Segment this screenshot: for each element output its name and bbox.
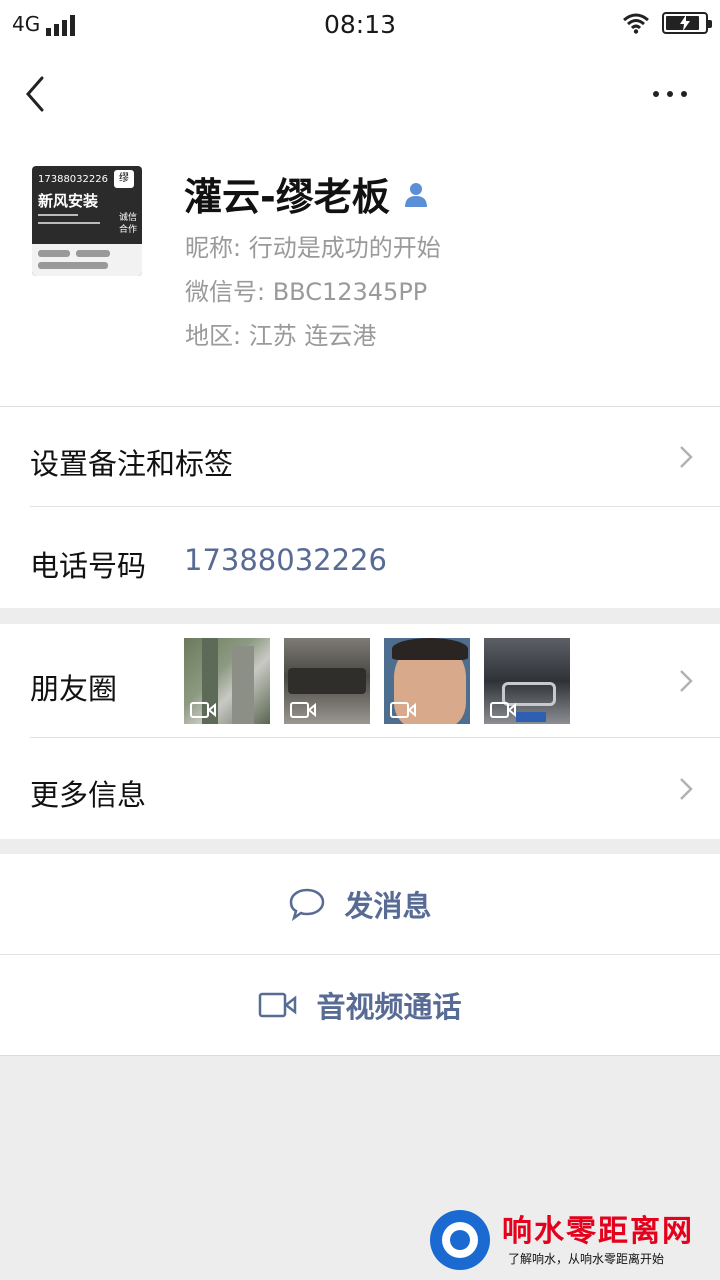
avatar-badge: 缪 [114,170,134,188]
moments-thumbnail [384,638,470,724]
video-camera-icon [259,992,297,1018]
phone-row: 电话号码 17388032226 [0,507,720,608]
video-icon [390,702,416,718]
watermark-subtitle: 了解响水，从响水零距离开始 [508,1252,665,1266]
chevron-right-icon [680,446,693,468]
avatar-line [38,214,78,216]
region: 地区: 江苏 连云港 [185,322,377,350]
more-info-row[interactable]: 更多信息 [0,738,720,839]
nickname: 昵称: 行动是成功的开始 [185,234,441,262]
video-call-label: 音视频通话 [316,990,462,1024]
avatar-line [38,222,100,224]
profile-name-text: 灌云-缪老板 [184,175,390,219]
avatar-side-text: 诚信合作 [118,213,137,235]
back-icon[interactable] [22,72,62,116]
avatar-bottom [32,244,142,276]
avatar-title: 新风安装 [38,192,99,210]
chat-bubble-icon [290,888,325,921]
user-icon [404,182,427,207]
moments-row[interactable]: 朋友圈 [0,624,720,738]
nav-bar [0,50,720,140]
more-info-label: 更多信息 [30,778,147,812]
watermark-logo-icon [430,1210,490,1270]
clock: 08:13 [323,10,397,39]
battery-icon [662,12,712,34]
wechat-id: 微信号: BBC12345PP [185,278,428,306]
moments-thumbnail [484,638,570,724]
status-bar: 4G 08:13 [0,0,720,50]
bottom-divider [0,1055,720,1056]
moments-thumbnail [184,638,270,724]
status-icons [622,12,712,34]
phone-label: 电话号码 [30,549,147,583]
remark-label: 设置备注和标签 [30,447,234,481]
profile-name: 灌云-缪老板 [184,166,430,221]
moments-thumbnail [284,638,370,724]
watermark: 响水零距离网 了解响水，从响水零距离开始 [430,1206,720,1276]
wifi-icon [623,13,649,34]
watermark-title: 响水零距离网 [502,1214,694,1249]
phone-number-link[interactable]: 17388032226 [184,543,387,577]
more-icon[interactable] [650,88,690,100]
chevron-right-icon [680,670,693,692]
video-icon [290,702,316,718]
video-icon [490,702,516,718]
avatar-phone: 17388032226 [38,174,108,185]
video-icon [190,702,216,718]
chevron-right-icon [680,778,693,800]
avatar[interactable]: 17388032226 缪 新风安装 诚信合作 [32,166,142,276]
video-call-button[interactable]: 音视频通话 [0,955,720,1055]
send-message-label: 发消息 [344,889,432,923]
profile-card: 17388032226 缪 新风安装 诚信合作 灌云-缪老板 昵称: 行动是成功… [0,140,720,406]
remark-row[interactable]: 设置备注和标签 [0,407,720,507]
send-message-button[interactable]: 发消息 [0,854,720,954]
moments-label: 朋友圈 [30,672,118,706]
